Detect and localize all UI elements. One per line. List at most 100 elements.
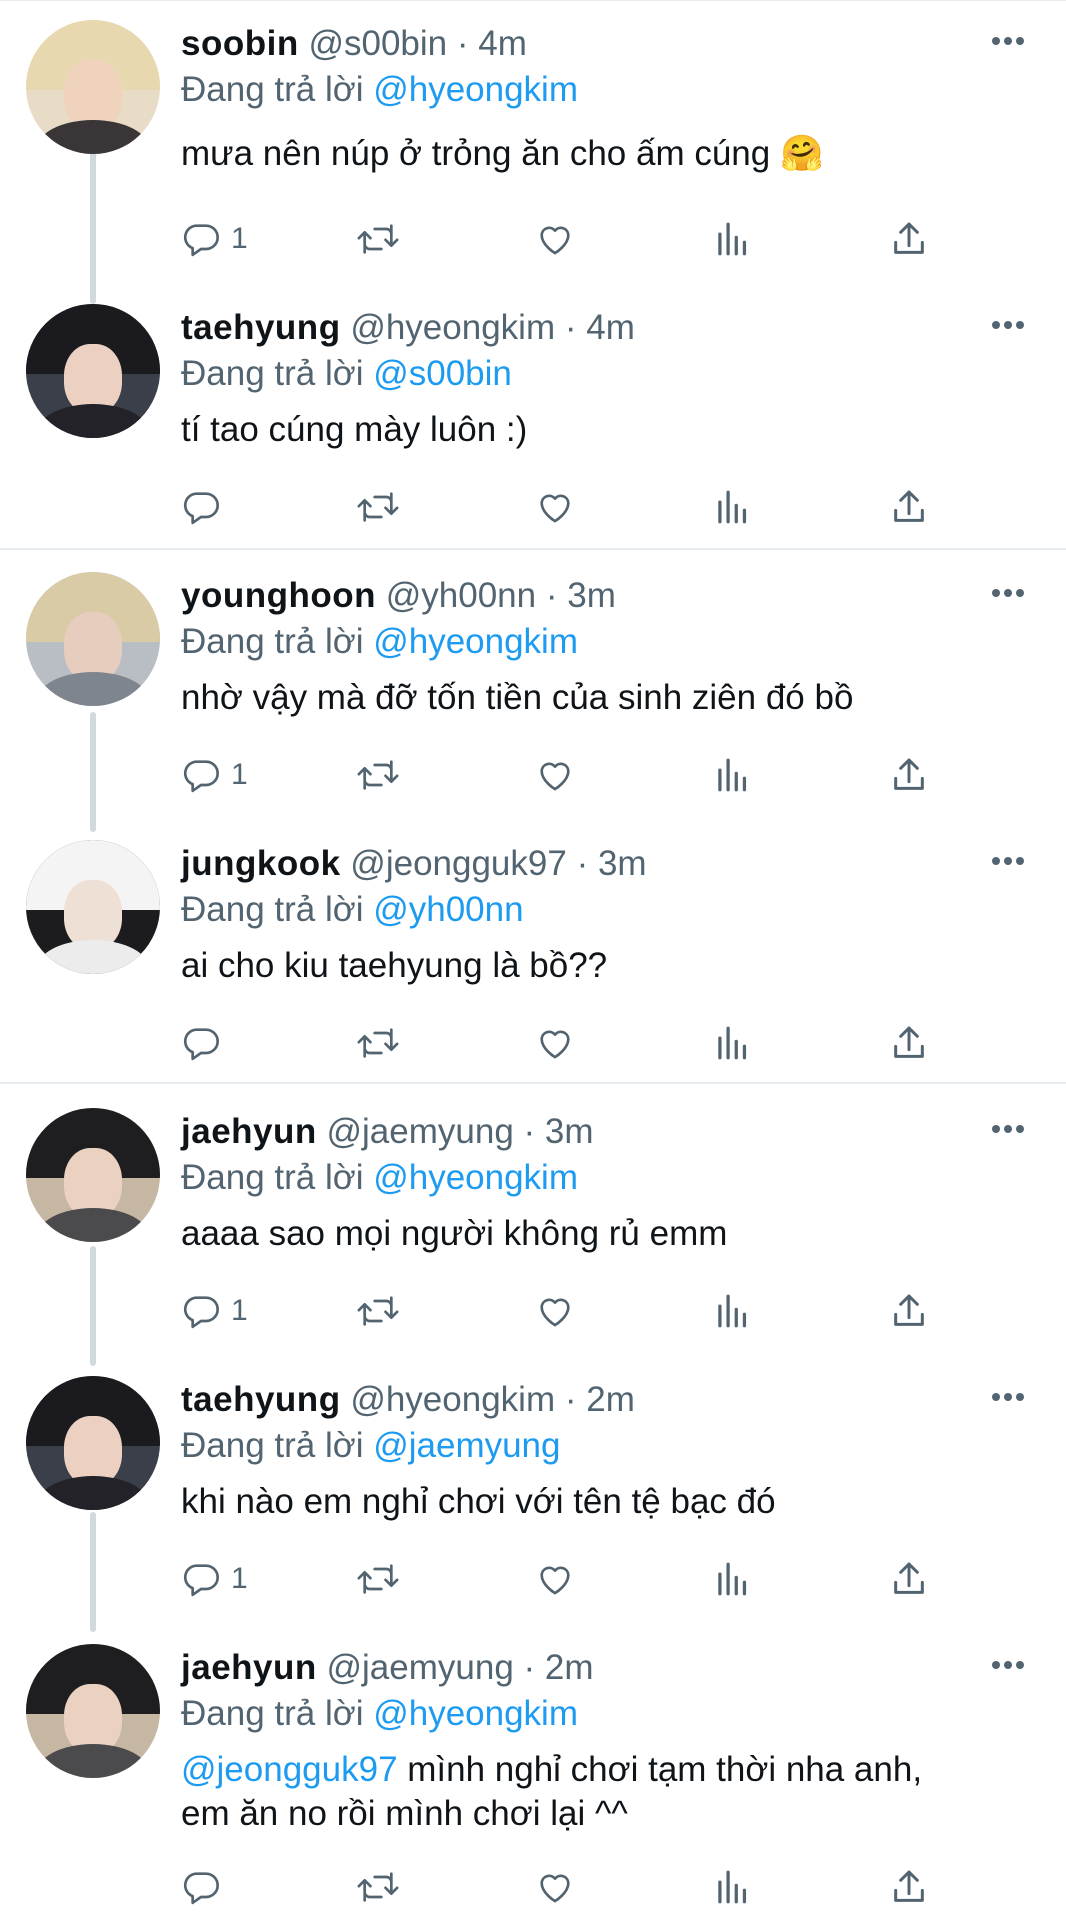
tweet-text-line2: em ăn no rồi mình chơi lại ^^ bbox=[181, 1794, 628, 1833]
timestamp[interactable]: 4m bbox=[586, 308, 635, 347]
avatar[interactable] bbox=[26, 840, 160, 974]
share-button[interactable] bbox=[889, 1286, 929, 1336]
like-button[interactable] bbox=[535, 1286, 575, 1336]
avatar[interactable] bbox=[26, 572, 160, 706]
reply-button[interactable] bbox=[181, 482, 231, 532]
display-name[interactable]: jaehyun bbox=[181, 1112, 317, 1151]
retweet-button[interactable] bbox=[356, 1286, 400, 1336]
more-options-icon[interactable] bbox=[992, 316, 1028, 330]
avatar[interactable] bbox=[26, 20, 160, 154]
user-handle[interactable]: @s00bin bbox=[308, 24, 447, 63]
replying-to: Đang trả lời @hyeongkim bbox=[181, 1692, 1041, 1736]
reply-mention-link[interactable]: @hyeongkim bbox=[373, 1158, 578, 1197]
reply-mention-link[interactable]: @jaemyung bbox=[373, 1426, 560, 1465]
tweet-actions: 1 bbox=[181, 214, 941, 264]
share-button[interactable] bbox=[889, 1554, 929, 1604]
display-name[interactable]: jungkook bbox=[181, 844, 341, 883]
reply-mention-link[interactable]: @hyeongkim bbox=[373, 1694, 578, 1733]
analytics-button[interactable] bbox=[715, 1862, 751, 1912]
reply-button[interactable]: 1 bbox=[181, 1554, 248, 1604]
reply-mention-link[interactable]: @hyeongkim bbox=[373, 70, 578, 109]
more-options-icon[interactable] bbox=[992, 32, 1028, 46]
user-handle[interactable]: @jaemyung bbox=[327, 1648, 514, 1687]
separator-dot: · bbox=[523, 1112, 536, 1151]
analytics-button[interactable] bbox=[715, 482, 751, 532]
separator-dot: · bbox=[456, 24, 469, 63]
like-button[interactable] bbox=[535, 1862, 575, 1912]
text-mention-link[interactable]: @jeongguk97 bbox=[181, 1750, 398, 1789]
user-handle[interactable]: @hyeongkim bbox=[350, 1380, 555, 1419]
avatar[interactable] bbox=[26, 1376, 160, 1510]
like-button[interactable] bbox=[535, 482, 575, 532]
display-name[interactable]: younghoon bbox=[181, 576, 376, 615]
analytics-button[interactable] bbox=[715, 1286, 751, 1336]
reply-button[interactable] bbox=[181, 1862, 231, 1912]
retweet-button[interactable] bbox=[356, 1862, 400, 1912]
display-name[interactable]: taehyung bbox=[181, 308, 341, 347]
share-icon bbox=[894, 222, 924, 254]
share-button[interactable] bbox=[889, 1862, 929, 1912]
heart-icon bbox=[540, 226, 570, 255]
timestamp[interactable]: 3m bbox=[545, 1112, 594, 1151]
user-handle[interactable]: @yh00nn bbox=[386, 576, 536, 615]
reply-prefix: Đang trả lời bbox=[181, 890, 364, 929]
share-button[interactable] bbox=[889, 482, 929, 532]
display-name[interactable]: taehyung bbox=[181, 1380, 341, 1419]
user-handle[interactable]: @jaemyung bbox=[327, 1112, 514, 1151]
more-options-icon[interactable] bbox=[992, 1656, 1028, 1670]
reply-button[interactable]: 1 bbox=[181, 214, 248, 264]
more-options-icon[interactable] bbox=[992, 1120, 1028, 1134]
timestamp[interactable]: 3m bbox=[598, 844, 647, 883]
replying-to: Đang trả lời @yh00nn bbox=[181, 888, 1041, 932]
display-name[interactable]: soobin bbox=[181, 24, 299, 63]
analytics-button[interactable] bbox=[715, 214, 751, 264]
reply-prefix: Đang trả lời bbox=[181, 354, 364, 393]
timestamp[interactable]: 4m bbox=[478, 24, 527, 63]
tweet-text: @jeongguk97 mình nghỉ chơi tạm thời nha … bbox=[181, 1748, 1041, 1792]
like-button[interactable] bbox=[535, 750, 575, 800]
more-options-icon[interactable] bbox=[992, 1388, 1028, 1402]
reply-button[interactable]: 1 bbox=[181, 750, 248, 800]
reply-mention-link[interactable]: @s00bin bbox=[373, 354, 512, 393]
reply-button[interactable] bbox=[181, 1018, 231, 1068]
share-icon bbox=[894, 1294, 924, 1326]
separator-dot: · bbox=[564, 1380, 577, 1419]
timestamp[interactable]: 3m bbox=[567, 576, 616, 615]
analytics-button[interactable] bbox=[715, 750, 751, 800]
reply-button[interactable]: 1 bbox=[181, 1286, 248, 1336]
replying-to: Đang trả lời @hyeongkim bbox=[181, 1156, 1041, 1200]
like-button[interactable] bbox=[535, 1018, 575, 1068]
analytics-icon bbox=[718, 1294, 747, 1328]
analytics-button[interactable] bbox=[715, 1554, 751, 1604]
share-button[interactable] bbox=[889, 1018, 929, 1068]
share-button[interactable] bbox=[889, 214, 929, 264]
display-name[interactable]: jaehyun bbox=[181, 1648, 317, 1687]
analytics-button[interactable] bbox=[715, 1018, 751, 1068]
reply-icon bbox=[183, 1028, 219, 1061]
like-button[interactable] bbox=[535, 1554, 575, 1604]
heart-icon bbox=[540, 494, 570, 523]
more-options-icon[interactable] bbox=[992, 584, 1028, 598]
timestamp[interactable]: 2m bbox=[545, 1648, 594, 1687]
retweet-button[interactable] bbox=[356, 750, 400, 800]
reply-feed: soobin @s00bin · 4m Đang trả lời @hyeong… bbox=[0, 0, 1066, 1920]
avatar[interactable] bbox=[26, 1644, 160, 1778]
reply-count: 1 bbox=[231, 1562, 248, 1595]
tweet-actions: 1 bbox=[181, 1554, 941, 1604]
avatar[interactable] bbox=[26, 1108, 160, 1242]
retweet-button[interactable] bbox=[356, 214, 400, 264]
reply-prefix: Đang trả lời bbox=[181, 70, 364, 109]
tweet-actions: 1 bbox=[181, 750, 941, 800]
timestamp[interactable]: 2m bbox=[586, 1380, 635, 1419]
avatar[interactable] bbox=[26, 304, 160, 438]
user-handle[interactable]: @hyeongkim bbox=[350, 308, 555, 347]
retweet-button[interactable] bbox=[356, 1554, 400, 1604]
reply-mention-link[interactable]: @hyeongkim bbox=[373, 622, 578, 661]
more-options-icon[interactable] bbox=[992, 852, 1028, 866]
share-button[interactable] bbox=[889, 750, 929, 800]
retweet-button[interactable] bbox=[356, 1018, 400, 1068]
user-handle[interactable]: @jeongguk97 bbox=[350, 844, 567, 883]
reply-mention-link[interactable]: @yh00nn bbox=[373, 890, 523, 929]
like-button[interactable] bbox=[535, 214, 575, 264]
retweet-button[interactable] bbox=[356, 482, 400, 532]
